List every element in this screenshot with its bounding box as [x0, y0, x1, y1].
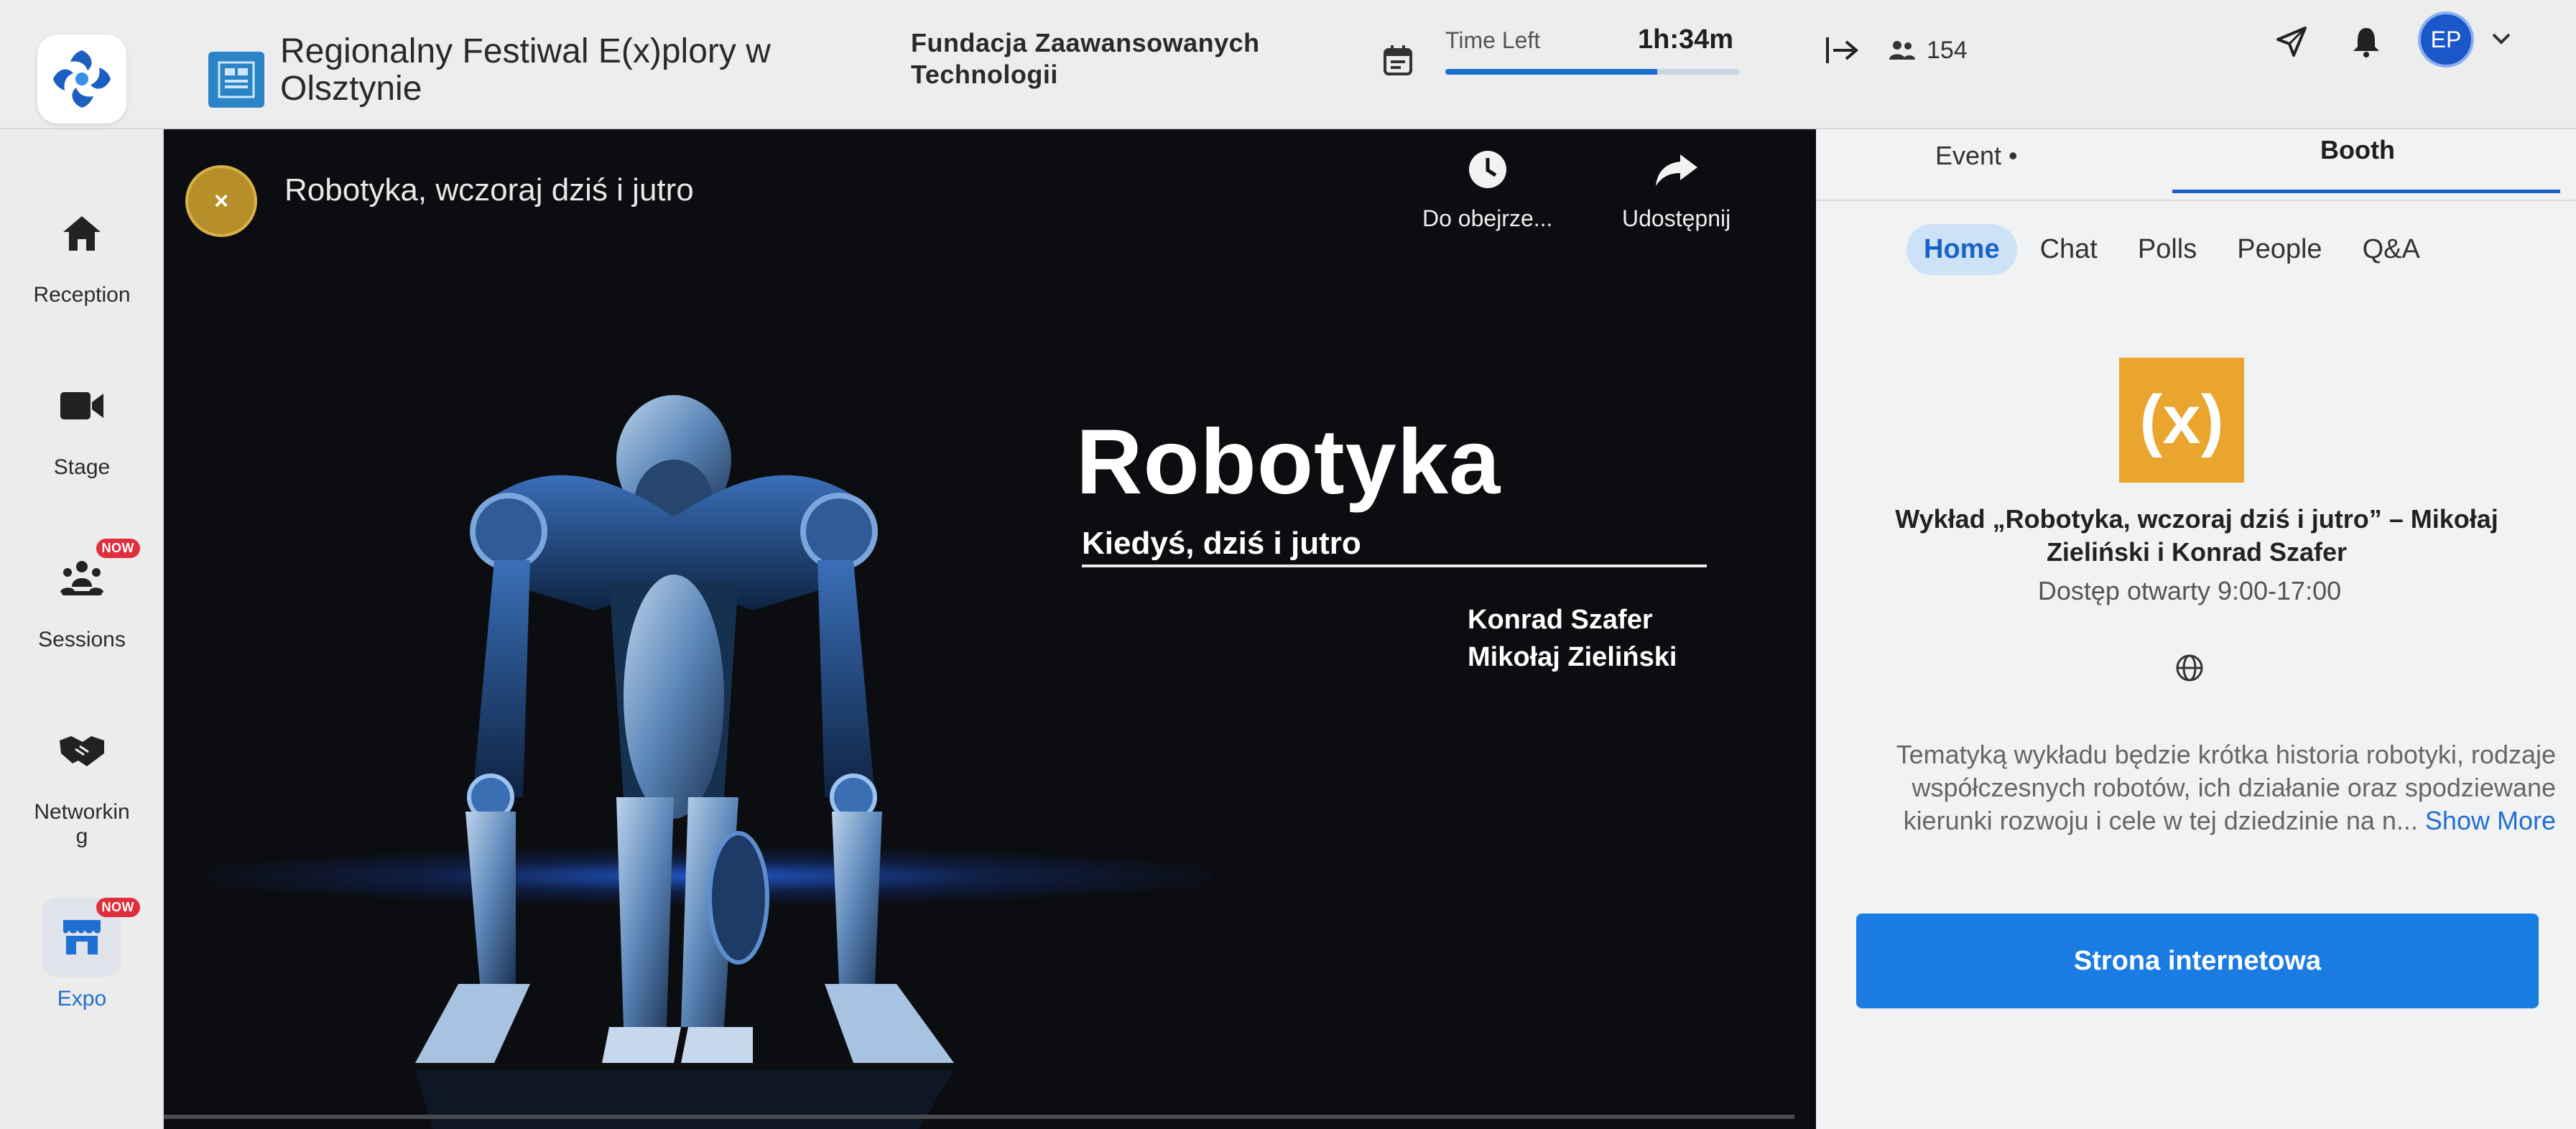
- leave-event-button[interactable]: [1822, 30, 1862, 70]
- nav-label-reception: Reception: [33, 283, 131, 307]
- slide-heading: Robotyka: [1076, 411, 1501, 514]
- booth-hours: Dostęp otwarty 9:00-17:00: [2037, 576, 2342, 605]
- show-more-link[interactable]: Show More: [2425, 806, 2556, 835]
- booth-website-link[interactable]: [2168, 646, 2211, 689]
- share-button[interactable]: Udostępnij: [1622, 144, 1731, 232]
- chevron-down-icon: [2492, 33, 2511, 45]
- top-bar: Regionalny Festiwal E(x)plory w Olsztyni…: [0, 0, 2576, 129]
- watch-later-button[interactable]: Do obejrze...: [1422, 144, 1552, 232]
- notifications-button[interactable]: [2345, 20, 2388, 63]
- attendee-counter[interactable]: 154: [1888, 30, 1968, 70]
- tab-event[interactable]: Event •: [1935, 141, 2018, 171]
- bell-icon: [2353, 28, 2379, 57]
- booth-description: Tematyką wykładu będzie krótka historia …: [1838, 738, 2556, 837]
- booth-icon: [63, 920, 101, 954]
- website-button[interactable]: Strona internetowa: [1856, 914, 2539, 1008]
- tab-booth[interactable]: Booth: [2320, 135, 2395, 165]
- booth-subtabs: Home Chat Polls People Q&A: [1906, 224, 2437, 275]
- share-label: Udostępnij: [1622, 205, 1731, 231]
- event-logo: [208, 52, 264, 108]
- nav-label-networking: Networkin g: [34, 800, 130, 848]
- nav-item-reception[interactable]: Reception: [0, 194, 164, 307]
- organizer-name: Fundacja Zaawansowanych Technologii: [911, 28, 1260, 89]
- attendee-count: 154: [1927, 36, 1968, 64]
- time-left-label: Time Left: [1445, 27, 1541, 53]
- now-badge: NOW: [96, 898, 140, 917]
- video-player[interactable]: × Robotyka, wczoraj dziś i jutro Do obej…: [164, 129, 1816, 1129]
- session-badge: ×: [185, 165, 257, 237]
- now-badge: NOW: [96, 539, 140, 558]
- watch-later-label: Do obejrze...: [1422, 205, 1553, 231]
- handshake-icon: [60, 736, 104, 766]
- nav-icon-wrap-active: NOW: [42, 898, 140, 977]
- nav-item-stage[interactable]: Stage: [0, 366, 164, 480]
- nav-icon-wrap: NOW: [42, 539, 140, 618]
- messages-button[interactable]: [2270, 20, 2313, 63]
- share-arrow-icon: [1655, 154, 1697, 186]
- right-panel: Event • Booth Home Chat Polls People Q&A…: [1816, 129, 2576, 1129]
- time-left-progress-fill: [1445, 69, 1658, 75]
- event-title: Regionalny Festiwal E(x)plory w Olsztyni…: [280, 32, 771, 108]
- nav-icon-wrap: [42, 366, 121, 445]
- nav-label-sessions: Sessions: [38, 628, 126, 651]
- nav-label-expo: Expo: [57, 987, 107, 1010]
- robot-illustration: [351, 395, 997, 1129]
- calendar-button[interactable]: [1376, 39, 1419, 82]
- nav-icon-wrap: [42, 711, 121, 790]
- slide-subtitle: Kiedyś, dziś i jutro: [1082, 526, 1361, 561]
- exit-arrow-icon: [1826, 37, 1859, 63]
- user-avatar[interactable]: EP: [2418, 11, 2474, 68]
- slide-author: Konrad Szafer: [1468, 605, 1653, 635]
- globe-icon: [2176, 654, 2203, 682]
- subtab-people[interactable]: People: [2220, 224, 2339, 275]
- panel-tabs: Event • Booth: [1816, 129, 2576, 201]
- time-left-progress: [1445, 69, 1740, 75]
- subtab-polls[interactable]: Polls: [2121, 224, 2214, 275]
- active-tab-indicator: [2172, 190, 2560, 193]
- booth-logo: (x): [2119, 358, 2244, 483]
- sessions-icon: [60, 561, 103, 595]
- booth-title: Wykład „Robotyka, wczoraj dziś i jutro” …: [1895, 504, 2498, 567]
- subtab-qa[interactable]: Q&A: [2345, 224, 2437, 275]
- app-logo[interactable]: [37, 34, 126, 124]
- subtab-home[interactable]: Home: [1906, 224, 2017, 275]
- clock-icon: [1468, 151, 1506, 188]
- people-icon: [1889, 41, 1915, 60]
- video-camera-icon: [60, 392, 103, 419]
- robot-image: [415, 395, 954, 1129]
- calendar-icon: [1384, 45, 1412, 75]
- video-progress-bar[interactable]: [164, 1115, 1794, 1119]
- nav-label-stage: Stage: [53, 455, 111, 479]
- left-navigation: Reception Stage NOW Sessions Networkin g…: [0, 129, 164, 1129]
- subtab-chat[interactable]: Chat: [2023, 224, 2115, 275]
- event-logo-icon: [218, 61, 255, 98]
- home-icon: [63, 216, 101, 251]
- nav-item-networking[interactable]: Networkin g: [0, 711, 164, 849]
- nav-icon-wrap: [42, 194, 121, 273]
- session-title: Robotyka, wczoraj dziś i jutro: [284, 172, 694, 208]
- slide-author: Mikołaj Zieliński: [1468, 642, 1677, 672]
- account-menu-button[interactable]: [2487, 24, 2516, 53]
- time-left-value: 1h:34m: [1638, 24, 1734, 55]
- send-icon: [2276, 27, 2307, 57]
- slide-divider: [1082, 564, 1707, 567]
- app-logo-icon: [53, 50, 111, 108]
- nav-item-sessions[interactable]: NOW Sessions: [0, 539, 164, 652]
- nav-item-expo[interactable]: NOW Expo: [0, 898, 164, 1011]
